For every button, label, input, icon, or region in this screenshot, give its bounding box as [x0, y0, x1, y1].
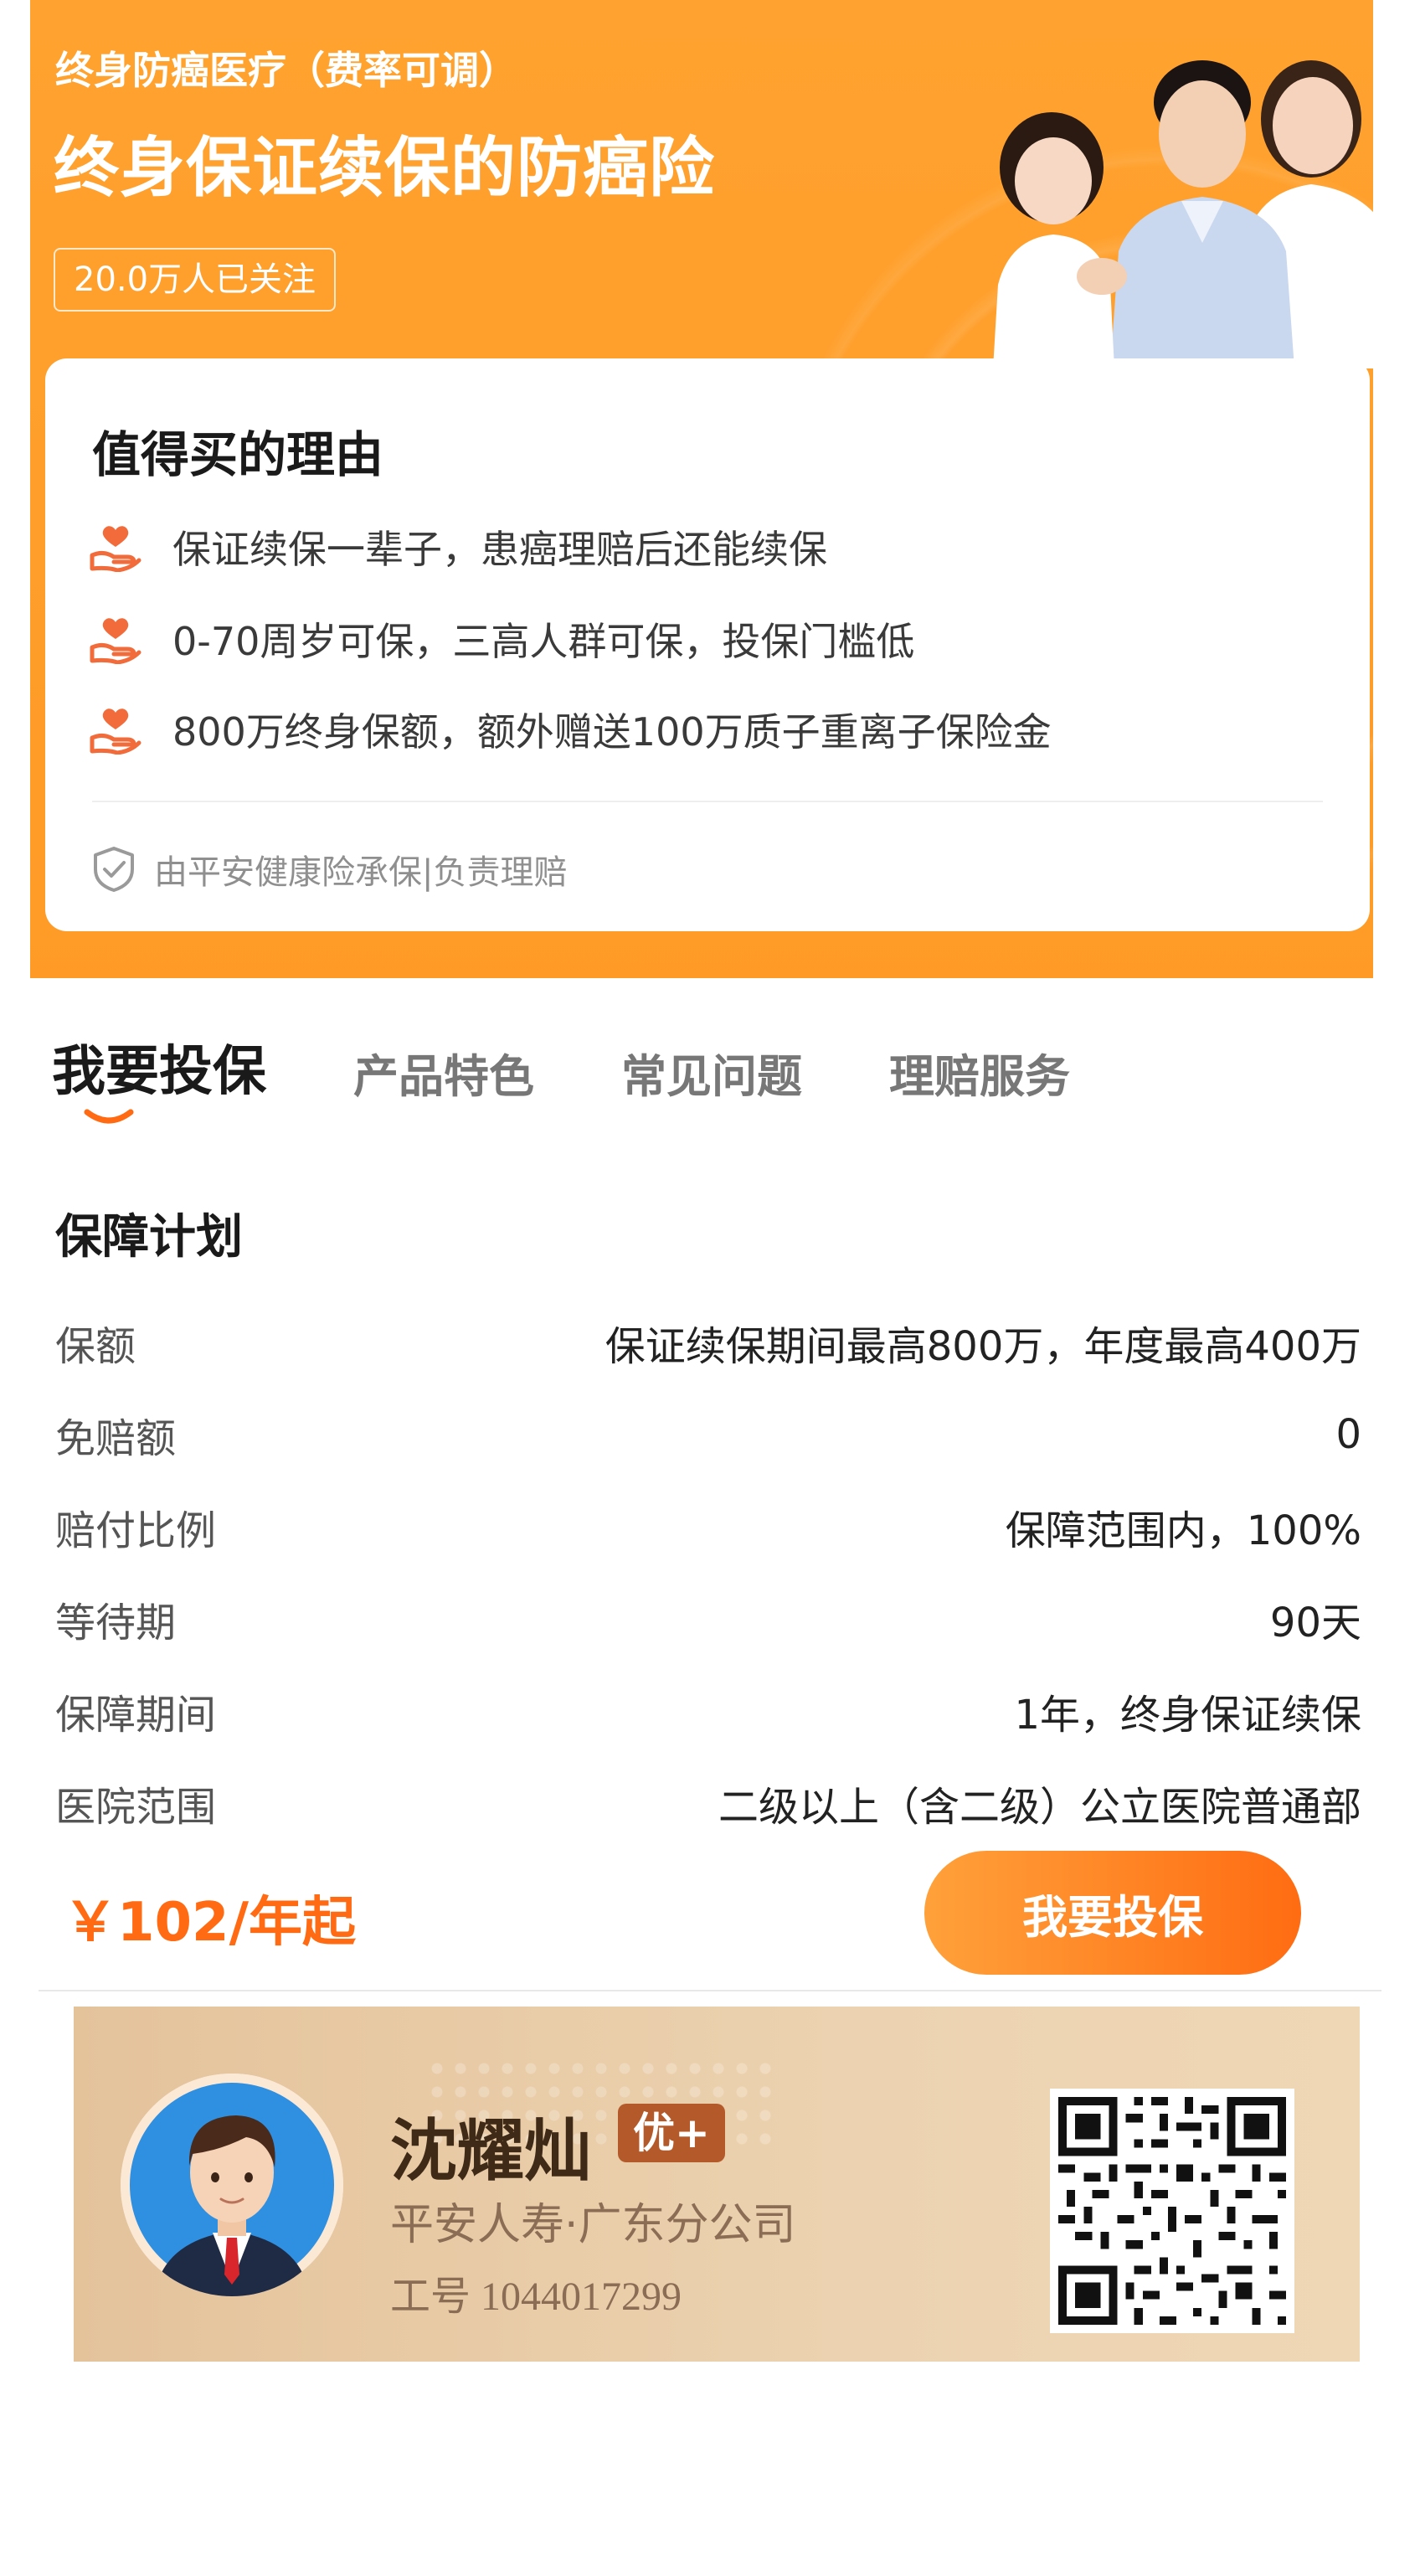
reason-item: 保证续保一辈子，患癌理赔后还能续保: [89, 518, 827, 576]
agent-card: 沈耀灿 优+ 平安人寿·广东分公司 工号 1044017299: [74, 2007, 1360, 2362]
plan-row: 保额 保证续保期间最高800万，年度最高400万: [55, 1313, 1361, 1372]
plan-key: 医院范围: [55, 1784, 217, 1831]
reasons-title: 值得买的理由: [92, 426, 384, 483]
agent-avatar: [121, 2074, 343, 2296]
plan-value: 二级以上（含二级）公立医院普通部: [718, 1784, 1361, 1831]
plan-key: 保障期间: [55, 1692, 217, 1739]
family-photo: [993, 60, 1373, 368]
plan-key: 保额: [55, 1323, 136, 1370]
plan-value: 90天: [1269, 1600, 1361, 1646]
reason-item: 0-70周岁可保，三高人群可保，投保门槛低: [89, 610, 914, 668]
tab-buy[interactable]: 我要投保: [52, 1028, 266, 1105]
plan-row: 保障期间 1年，终身保证续保: [55, 1682, 1361, 1740]
divider: [39, 1990, 1381, 1991]
agent-company: 平安人寿·广东分公司: [390, 2200, 796, 2250]
plan-value: 保证续保期间最高800万，年度最高400万: [605, 1323, 1361, 1370]
plan-row: 赔付比例 保障范围内，100%: [55, 1497, 1361, 1556]
reason-text: 保证续保一辈子，患癌理赔后还能续保: [172, 527, 827, 572]
reason-text: 0-70周岁可保，三高人群可保，投保门槛低: [172, 619, 915, 664]
tab-faq[interactable]: 常见问题: [621, 1039, 802, 1105]
plan-row: 免赔额 0: [55, 1405, 1361, 1464]
tab-claims[interactable]: 理赔服务: [889, 1039, 1070, 1105]
reason-item: 800万终身保额，额外赠送100万质子重离子保险金: [89, 700, 1052, 759]
plan-value: 保障范围内，100%: [1005, 1507, 1361, 1554]
tab-features[interactable]: 产品特色: [353, 1039, 534, 1105]
plan-key: 赔付比例: [55, 1507, 217, 1554]
plan-title: 保障计划: [55, 1210, 243, 1265]
plan-value: 1年，终身保证续保: [1014, 1692, 1361, 1739]
shield-check-icon: [94, 847, 134, 892]
price-label: ￥102/年起: [64, 1892, 356, 1954]
active-tab-indicator: [84, 1109, 134, 1124]
agent-employee-id: 工号 1044017299: [390, 2275, 682, 2319]
plan-key: 等待期: [55, 1600, 177, 1646]
reasons-card: 值得买的理由 保证续保一辈子，患癌理赔后还能续保 0-70周岁可保，三高人群可保…: [45, 358, 1370, 931]
agent-badge: 优+: [618, 2104, 725, 2162]
plan-value: 0: [1335, 1411, 1361, 1458]
underwriter-text: 由平安健康险承保|负责理赔: [154, 853, 568, 892]
heart-hand-icon: [90, 618, 141, 664]
buy-button[interactable]: 我要投保: [924, 1851, 1301, 1975]
agent-name: 沈耀灿: [390, 2112, 591, 2190]
reason-text: 800万终身保额，额外赠送100万质子重离子保险金: [172, 709, 1052, 755]
hero-subtitle: 终身防癌医疗（费率可调）: [55, 48, 517, 93]
plan-row: 医院范围 二级以上（含二级）公立医院普通部: [55, 1774, 1361, 1832]
main-panel: 我要投保 产品特色 常见问题 理赔服务 保障计划 保额 保证续保期间最高800万…: [0, 978, 1420, 2000]
divider: [92, 801, 1323, 802]
tab-bar: 我要投保 产品特色 常见问题 理赔服务: [52, 1028, 1157, 1105]
heart-hand-icon: [90, 526, 141, 572]
hero-title: 终身保证续保的防癌险: [54, 131, 716, 206]
underwriter-note: 由平安健康险承保|负责理赔: [92, 844, 567, 894]
followers-badge: 20.0万人已关注: [54, 248, 337, 312]
plan-row: 等待期 90天: [55, 1589, 1361, 1648]
plan-key: 免赔额: [55, 1415, 177, 1462]
heart-hand-icon: [90, 708, 141, 755]
qr-code[interactable]: [1050, 2089, 1294, 2333]
